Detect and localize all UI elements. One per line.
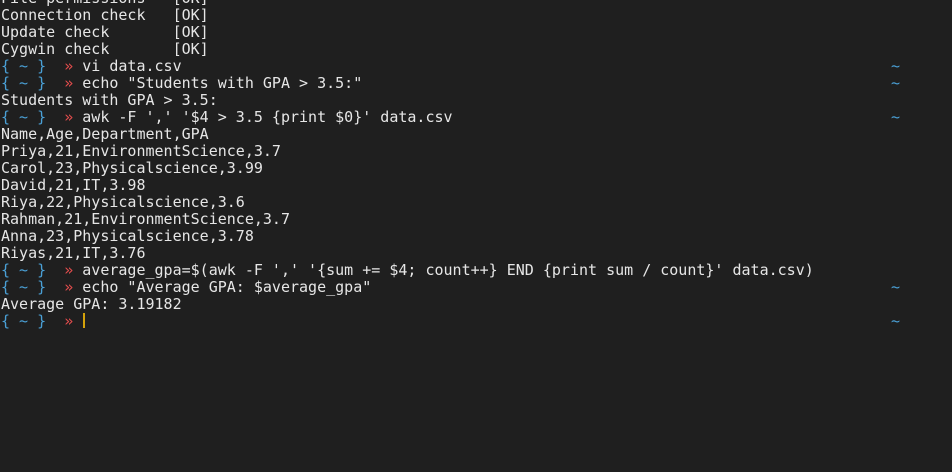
prompt-line: { ~ } » awk -F ',' '$4 > 3.5 {print $0}'… [1, 109, 952, 126]
right-prompt-directory: ~ [891, 57, 901, 75]
output-line: David,21,IT,3.98 [1, 177, 952, 194]
output-text: Students with GPA > 3.5: [1, 91, 218, 109]
command-text: echo "Average GPA: $average_gpa" [82, 278, 372, 296]
output-line: Students with GPA > 3.5: [1, 92, 952, 109]
prompt-line: { ~ } » echo "Students with GPA > 3.5:" ~ [1, 75, 952, 92]
command-text: awk -F ',' '$4 > 3.5 {print $0}' data.cs… [82, 108, 453, 126]
prompt-directory: { ~ } [1, 261, 47, 279]
command-text: vi data.csv [82, 57, 182, 75]
output-line: Anna,23,Physicalscience,3.78 [1, 228, 952, 245]
prompt-arrow-icon: » [64, 74, 74, 92]
output-line: Riyas,21,IT,3.76 [1, 245, 952, 262]
prompt-arrow-icon: » [64, 57, 74, 75]
prompt-line: { ~ } » echo "Average GPA: $average_gpa"… [1, 279, 952, 296]
prompt-directory: { ~ } [1, 57, 47, 75]
output-line: Name,Age,Department,GPA [1, 126, 952, 143]
terminal-window[interactable]: File permissions [OK]Connection check [O… [0, 0, 952, 472]
prompt-line: { ~ } » average_gpa=$(awk -F ',' '{sum +… [1, 262, 952, 279]
output-text: Update check [OK] [1, 23, 209, 41]
output-text: Carol,23,Physicalscience,3.99 [1, 159, 263, 177]
output-text: Name,Age,Department,GPA [1, 125, 209, 143]
output-text: Priya,21,EnvironmentScience,3.7 [1, 142, 281, 160]
right-prompt-directory: ~ [891, 278, 901, 296]
output-line: Update check [OK] [1, 24, 952, 41]
output-text: David,21,IT,3.98 [1, 176, 146, 194]
command-text: average_gpa=$(awk -F ',' '{sum += $4; co… [82, 261, 814, 279]
prompt-directory: { ~ } [1, 108, 47, 126]
prompt-arrow-icon: » [64, 278, 74, 296]
right-prompt-directory: ~ [891, 312, 901, 330]
prompt-directory: { ~ } [1, 74, 47, 92]
output-text: Riya,22,Physicalscience,3.6 [1, 193, 245, 211]
output-text: Average GPA: 3.19182 [1, 295, 182, 313]
prompt-directory: { ~ } [1, 312, 47, 330]
output-line: Cygwin check [OK] [1, 41, 952, 58]
output-line: Connection check [OK] [1, 7, 952, 24]
output-line: Carol,23,Physicalscience,3.99 [1, 160, 952, 177]
output-line: Riya,22,Physicalscience,3.6 [1, 194, 952, 211]
prompt-arrow-icon: » [64, 312, 74, 330]
prompt-line: { ~ } » vi data.csv ~ [1, 58, 952, 75]
text-cursor[interactable] [83, 313, 86, 328]
prompt-line: { ~ } » ~ [1, 313, 952, 330]
command-text: echo "Students with GPA > 3.5:" [82, 74, 363, 92]
output-text: Riyas,21,IT,3.76 [1, 244, 146, 262]
output-text: Cygwin check [OK] [1, 40, 209, 58]
output-line: Priya,21,EnvironmentScience,3.7 [1, 143, 952, 160]
prompt-arrow-icon: » [64, 108, 74, 126]
output-text: Rahman,21,EnvironmentScience,3.7 [1, 210, 290, 228]
prompt-directory: { ~ } [1, 278, 47, 296]
output-text: Connection check [OK] [1, 6, 209, 24]
right-prompt-directory: ~ [891, 108, 901, 126]
output-text: Anna,23,Physicalscience,3.78 [1, 227, 254, 245]
prompt-arrow-icon: » [64, 261, 74, 279]
right-prompt-directory: ~ [891, 74, 901, 92]
output-line: Rahman,21,EnvironmentScience,3.7 [1, 211, 952, 228]
terminal-output: File permissions [OK]Connection check [O… [1, 0, 952, 330]
output-line: Average GPA: 3.19182 [1, 296, 952, 313]
